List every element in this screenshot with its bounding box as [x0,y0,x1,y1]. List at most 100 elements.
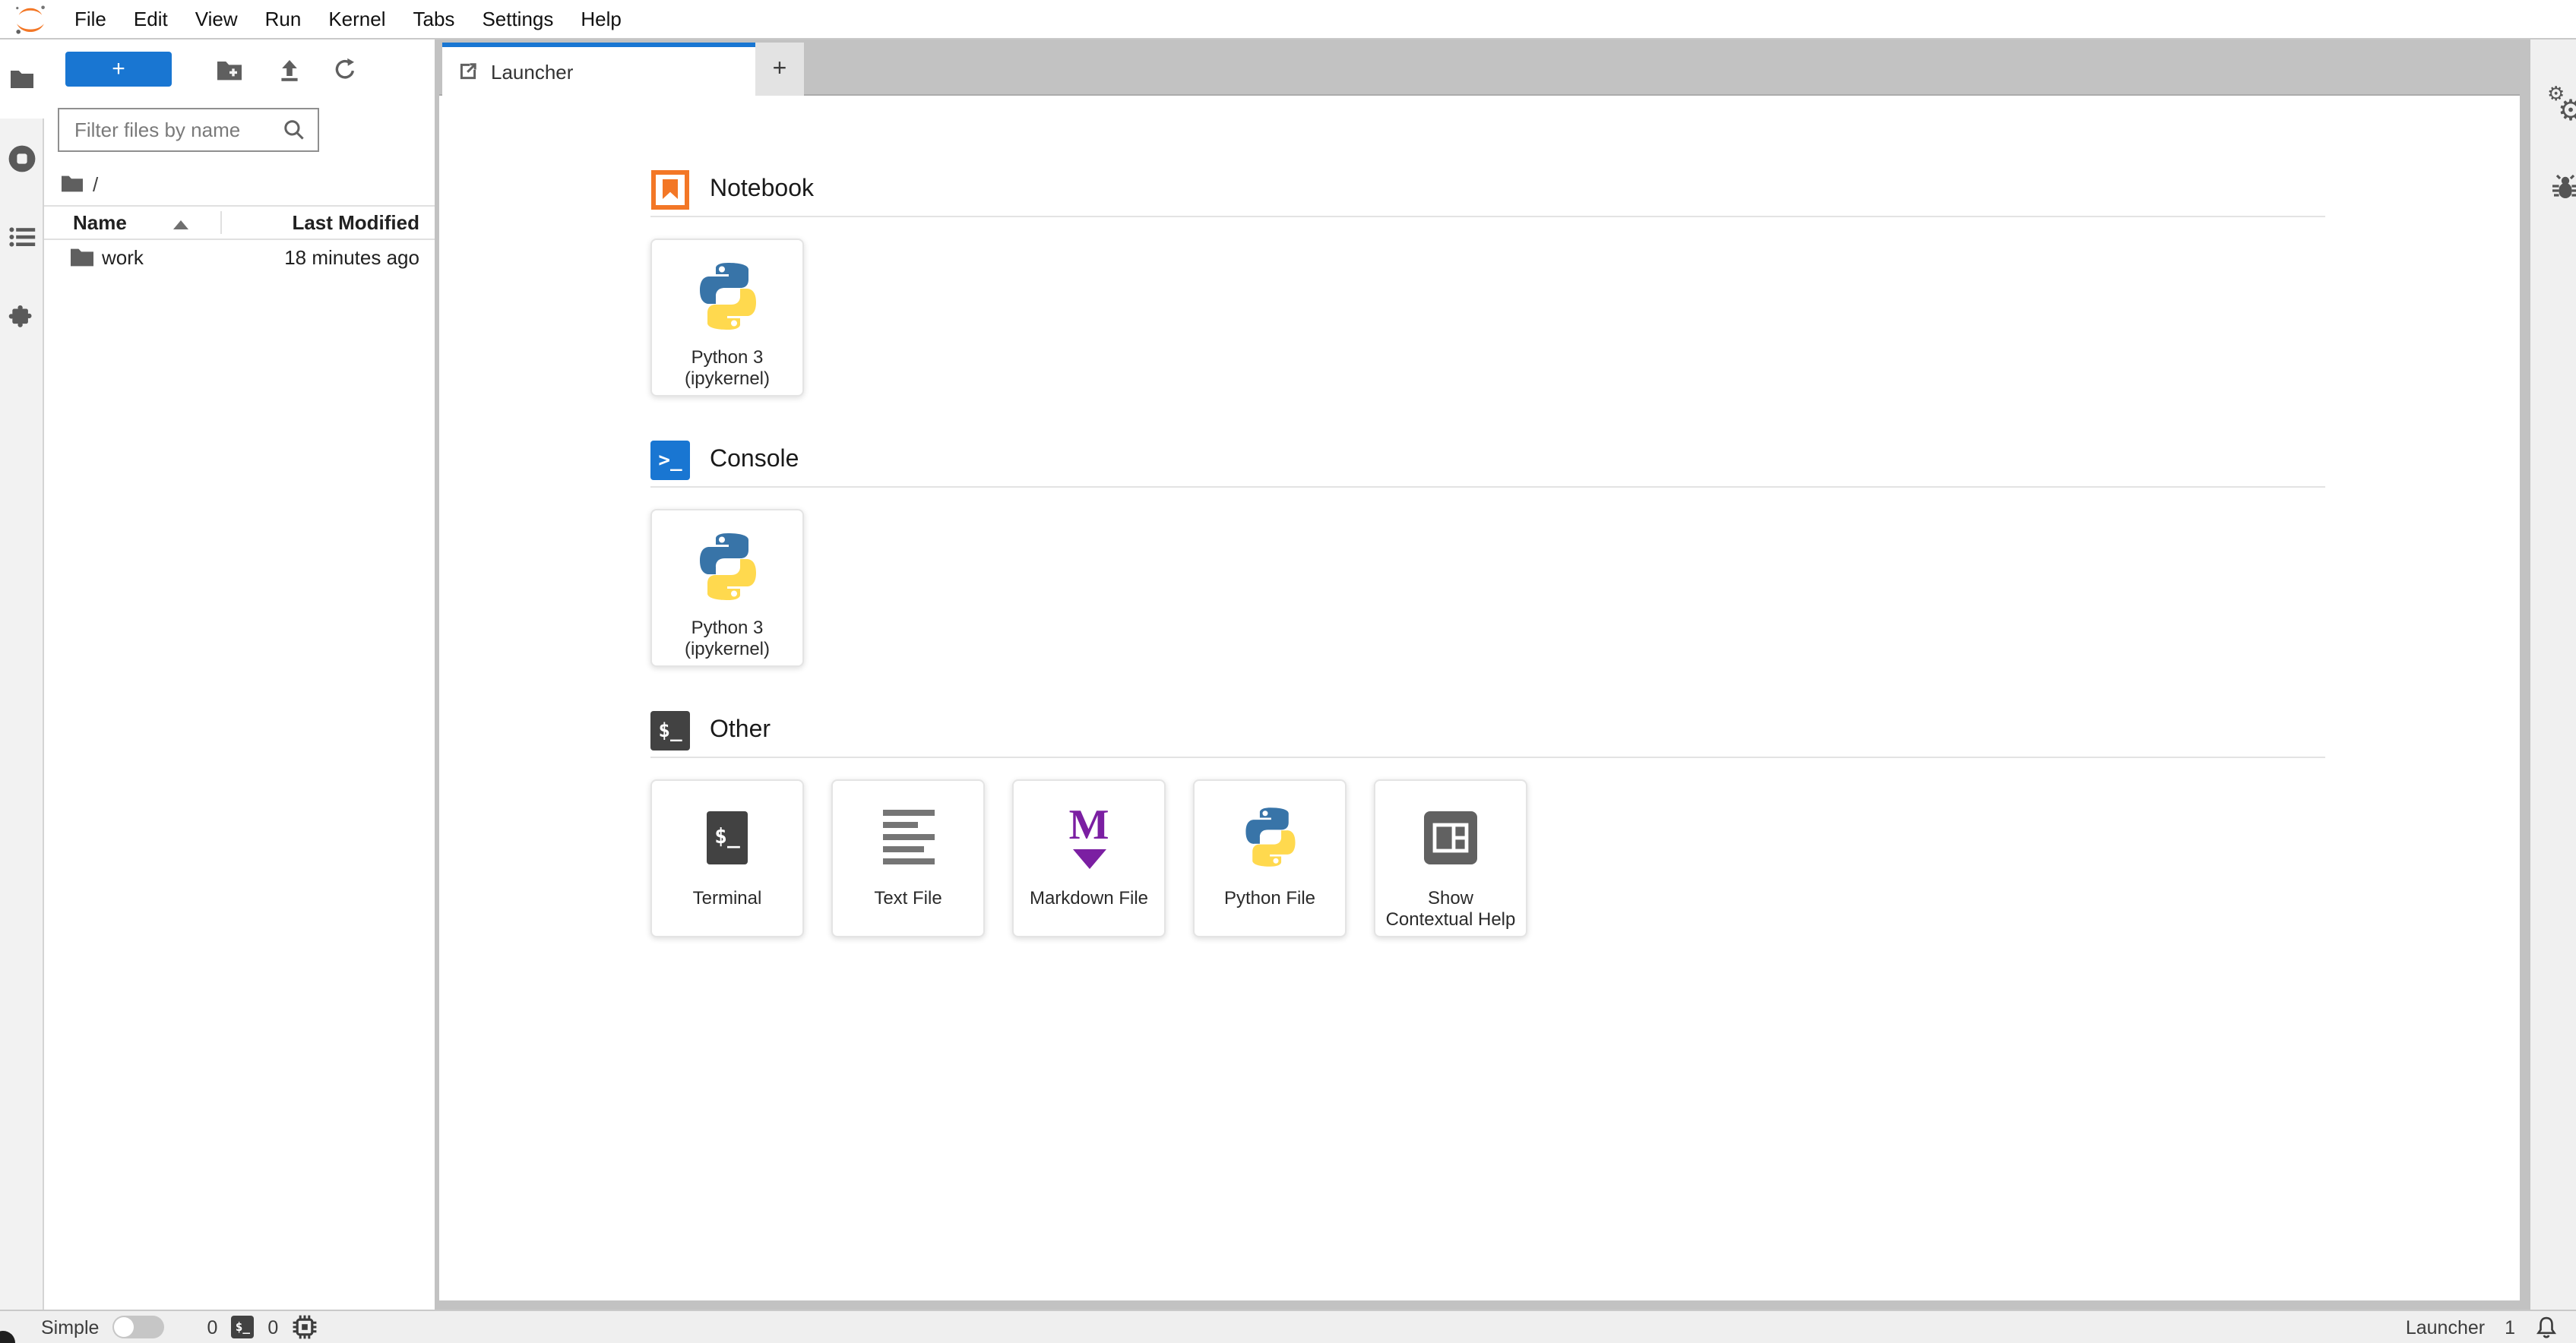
new-folder-icon [217,61,242,80]
card-console-python3[interactable]: Python 3 (ipykernel) [650,509,804,667]
tab-launcher-label: Launcher [491,60,574,83]
new-launcher-button[interactable]: + [65,52,172,87]
menu-help[interactable]: Help [567,0,635,38]
jupyter-logo-icon [16,5,45,33]
new-tab-button[interactable]: + [755,43,804,96]
markdown-icon: M [1069,804,1109,869]
right-sidebar: ⚙ ⚙ [2530,40,2576,1310]
filter-box [58,108,319,152]
sidebar-tab-property-inspector[interactable]: ⚙ ⚙ [2547,82,2576,134]
terminals-count: 0 [207,1316,218,1338]
launcher-tab-icon [460,63,476,80]
dock-divider-bottom [439,1300,2520,1310]
sidebar-tab-running-sessions[interactable] [0,118,44,198]
section-title: Other [710,717,771,743]
section-header-console: >_ Console [650,441,2325,488]
section-title: Notebook [710,176,814,202]
card-label: Python 3 (ipykernel) [684,617,770,660]
file-list-header: Name Last Modified [44,205,435,240]
terminal-icon: $_ [707,811,748,864]
notebook-icon [651,170,689,210]
folder-icon [11,71,33,88]
card-show-contextual-help[interactable]: Show Contextual Help [1374,779,1527,937]
card-python-file[interactable]: Python File [1193,779,1347,937]
file-modified: 18 minutes ago [284,246,419,269]
card-label: Show Contextual Help [1385,887,1516,931]
upload-icon [280,59,297,81]
left-sidebar [0,40,44,1310]
card-notebook-python3[interactable]: Python 3 (ipykernel) [650,239,804,397]
card-terminal[interactable]: $_ Terminal [650,779,804,937]
refresh-icon [335,58,355,79]
search-icon [284,120,304,140]
simple-mode-label: Simple [41,1316,100,1338]
card-label: Python 3 (ipykernel) [684,346,770,390]
sidebar-tab-file-browser[interactable] [0,40,44,118]
column-header-name[interactable]: Name [73,211,127,234]
file-browser-toolbar: + [44,52,435,88]
toggle-knob [114,1317,134,1337]
menu-settings[interactable]: Settings [468,0,567,38]
stop-circle-icon [8,144,36,172]
menu-bar: File Edit View Run Kernel Tabs Settings … [0,0,2576,40]
card-text-file[interactable]: Text File [831,779,985,937]
folder-icon [71,248,93,267]
console-cards: Python 3 (ipykernel) [650,509,2325,667]
tab-launcher[interactable]: Launcher [442,43,755,96]
kernels-count: 0 [267,1316,279,1338]
contextual-help-icon [1424,811,1477,864]
menu-view[interactable]: View [182,0,252,38]
section-title: Console [710,447,799,472]
menu-run[interactable]: Run [252,0,315,38]
breadcrumb: / [61,172,98,196]
simple-mode-toggle[interactable] [112,1316,165,1338]
filter-files-input[interactable] [59,118,283,141]
new-folder-button[interactable] [213,56,246,84]
sidebar-tab-table-of-contents[interactable] [0,198,44,276]
terminal-icon: $_ [650,711,690,750]
running-sessions-indicator[interactable]: 0 $_ 0 [207,1314,318,1340]
upload-button[interactable] [272,56,305,84]
launcher-section-other: $_ Other $_ Terminal Text File M Markdow… [650,711,2325,937]
section-header-notebook: Notebook [650,170,2325,217]
markdown-arrow-down [1072,849,1106,869]
section-header-other: $_ Other [650,711,2325,758]
gear-icon: ⚙ [2558,94,2576,129]
sort-ascending-icon [173,220,188,229]
launcher-section-console: >_ Console Python 3 (ipykernel) [650,441,2325,667]
card-label: Text File [874,887,942,908]
card-label: Terminal [692,887,762,908]
menu-file[interactable]: File [61,0,120,38]
menu-edit[interactable]: Edit [120,0,182,38]
text-file-icon [882,810,934,864]
card-label: Markdown File [1029,887,1149,908]
python-logo-icon [689,520,765,614]
menu-tabs[interactable]: Tabs [400,0,469,38]
file-browser-panel: + Filter files by name / Name Last Modif… [44,40,435,1310]
main-tab-bar: Launcher + [439,40,2520,96]
file-row-work[interactable]: work 18 minutes ago [44,242,435,273]
status-bar: Simple 0 $_ 0 Launcher 1 [0,1310,2576,1343]
kernel-chip-icon [293,1315,317,1339]
launcher-section-notebook: Notebook Python 3 (ipykernel) [650,170,2325,397]
bug-icon [2552,174,2576,198]
card-label: Python File [1223,887,1316,908]
home-folder-icon[interactable] [61,175,84,193]
bell-icon[interactable] [2535,1315,2558,1339]
column-header-last-modified[interactable]: Last Modified [292,211,419,234]
python-logo-icon [689,249,765,343]
breadcrumb-root[interactable]: / [93,172,98,195]
file-name: work [102,246,144,269]
refresh-button[interactable] [328,56,362,84]
list-icon [8,227,35,247]
card-markdown-file[interactable]: M Markdown File [1012,779,1166,937]
sidebar-tab-extension-manager[interactable] [0,276,44,356]
menu-kernel[interactable]: Kernel [315,0,399,38]
terminal-icon: $_ [231,1316,255,1338]
console-icon: >_ [650,441,690,480]
python-logo-icon [1236,790,1303,884]
sidebar-tab-debugger[interactable] [2550,173,2576,202]
notebook-cards: Python 3 (ipykernel) [650,239,2325,397]
jupyterlab-window: File Edit View Run Kernel Tabs Settings … [0,0,2576,1343]
column-divider [220,211,222,234]
